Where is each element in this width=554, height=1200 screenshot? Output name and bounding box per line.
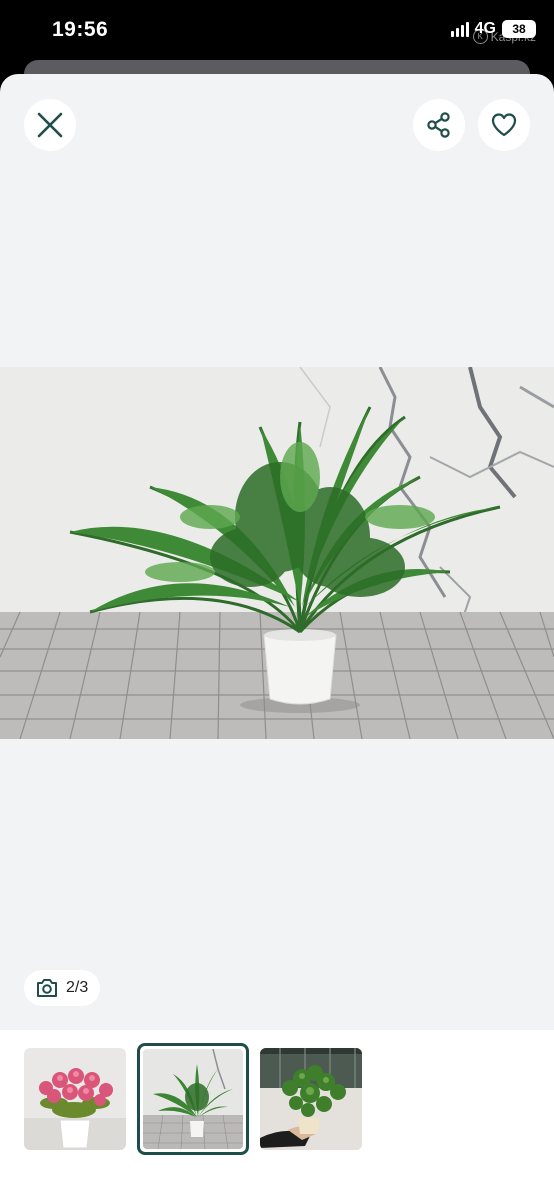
photo-counter: 2/3	[24, 970, 101, 1006]
photo-counter-text: 2/3	[66, 979, 89, 996]
share-button[interactable]	[413, 99, 465, 151]
status-time: 19:56	[52, 18, 109, 41]
heart-icon	[491, 113, 517, 137]
photo-gallery-modal: 2/3	[0, 74, 554, 1200]
signal-icon	[450, 21, 469, 37]
thumbnail-strip	[0, 1030, 554, 1200]
screen: 19:56 4G 38 K Kaspi.kz 2/3	[0, 0, 554, 1200]
thumbnail-plant-in-hand[interactable]	[260, 1048, 362, 1150]
camera-icon	[37, 979, 57, 997]
thumbnail-fern[interactable]	[137, 1043, 249, 1155]
product-photo[interactable]	[0, 367, 554, 739]
watermark: K Kaspi.kz	[472, 29, 536, 44]
plant-in-hand-image	[260, 1048, 362, 1150]
close-button[interactable]	[24, 99, 76, 151]
watermark-text: Kaspi.kz	[490, 29, 536, 44]
fern-thumbnail-image	[143, 1049, 243, 1149]
share-icon	[427, 112, 450, 138]
status-bar: 19:56 4G 38 K Kaspi.kz	[0, 0, 554, 64]
watermark-logo-icon: K	[472, 29, 488, 44]
thumbnail-pink-roses[interactable]	[24, 1048, 126, 1150]
pink-roses-image	[24, 1048, 126, 1150]
close-icon	[37, 112, 63, 138]
fern-plant-image	[0, 367, 554, 739]
favorite-button[interactable]	[478, 99, 530, 151]
